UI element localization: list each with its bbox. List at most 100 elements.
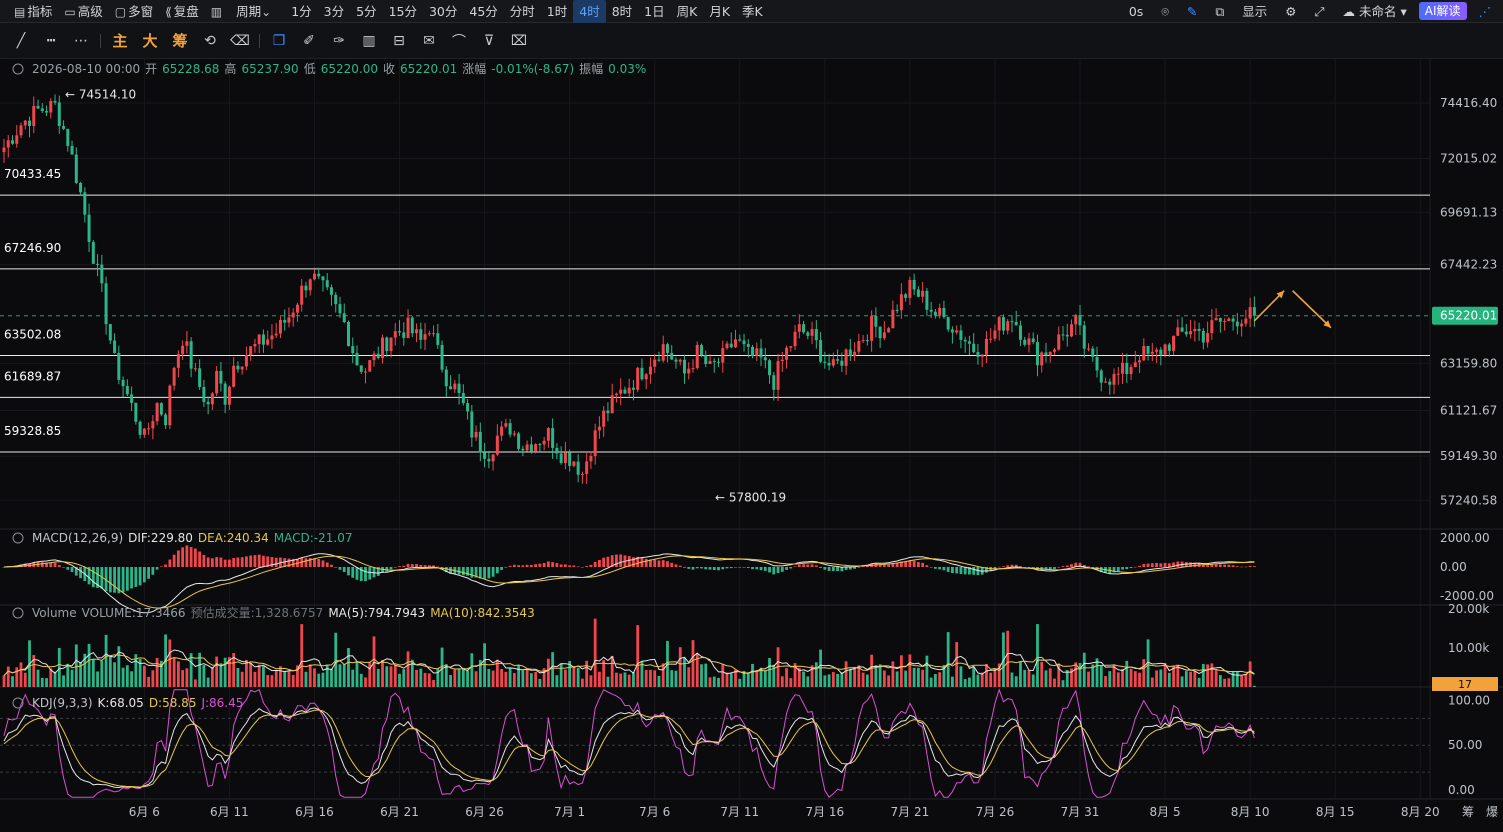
candle-body bbox=[546, 428, 550, 441]
kline-chart[interactable]: 70433.45 67246.90 63502.08 61689.87 59328.85… bbox=[0, 59, 1503, 832]
period-tab-11[interactable]: 周K bbox=[671, 0, 704, 23]
macd-histogram-bar bbox=[168, 559, 172, 567]
macd-histogram-bar bbox=[717, 567, 720, 571]
candle-body bbox=[36, 105, 40, 109]
volume-bar bbox=[691, 640, 695, 687]
volume-bar bbox=[466, 670, 469, 687]
volume-bar bbox=[376, 668, 380, 687]
period-tab-4[interactable]: 30分 bbox=[423, 0, 463, 23]
macd-histogram-bar bbox=[589, 564, 593, 567]
volume-bar bbox=[1252, 685, 1256, 687]
line-tool-icon[interactable]: ╱ bbox=[8, 28, 34, 54]
candle-body bbox=[576, 461, 580, 475]
period-tab-13[interactable]: 季K bbox=[736, 0, 769, 23]
macd-legend-macd: MACD:-21.07 bbox=[274, 531, 353, 545]
period-tab-5[interactable]: 45分 bbox=[463, 0, 503, 23]
volume-bar bbox=[1210, 663, 1214, 687]
topbar-item-1[interactable]: ▭ 高级 bbox=[58, 0, 108, 23]
brush-icon[interactable]: ✑ bbox=[326, 28, 352, 54]
more-tools-icon[interactable]: ⋯ bbox=[68, 28, 94, 54]
magnet-icon[interactable]: ⌒ bbox=[446, 28, 472, 54]
candle-body bbox=[236, 365, 240, 370]
price-tick-label: 67442.23 bbox=[1440, 257, 1497, 271]
filter-icon[interactable]: ⊽ bbox=[476, 28, 502, 54]
volume-bar bbox=[15, 667, 19, 687]
sync-icon[interactable]: ⟲ bbox=[197, 28, 223, 54]
lock-icon[interactable]: ⊟ bbox=[386, 28, 412, 54]
volume-bar bbox=[470, 653, 474, 687]
volume-bar bbox=[1163, 663, 1167, 687]
topbar-item-0[interactable]: ▤ 指标 bbox=[8, 0, 58, 23]
popout-icon[interactable]: ⧉ bbox=[1209, 0, 1230, 23]
ai-interpret-button[interactable]: AI解读 bbox=[1418, 2, 1467, 20]
chip-button[interactable]: 筹 bbox=[167, 28, 193, 54]
candle-icon[interactable]: ▥ bbox=[356, 28, 382, 54]
period-tab-6[interactable]: 分时 bbox=[504, 0, 541, 23]
volume-legend-name: Volume bbox=[32, 606, 77, 620]
axis-right-button: 筹 bbox=[1462, 805, 1474, 819]
volume-bar bbox=[1014, 676, 1018, 687]
macd-histogram-bar bbox=[606, 556, 610, 567]
period-tab-0[interactable]: 1分 bbox=[285, 0, 317, 23]
kdj-legend-k: K:68.05 bbox=[98, 696, 144, 710]
volume-bar bbox=[330, 668, 333, 687]
layout-menu[interactable]: ☁ 未命名 ▾ bbox=[1337, 0, 1413, 23]
macd-histogram-bar bbox=[542, 562, 546, 567]
macd-histogram-bar bbox=[997, 566, 1001, 568]
volume-bar bbox=[534, 671, 538, 687]
settings-icon[interactable]: ⚙ bbox=[1279, 0, 1302, 23]
candle-body bbox=[1006, 321, 1010, 331]
topbar-item-3[interactable]: ⟪ 复盘 bbox=[159, 0, 205, 23]
candle-body bbox=[882, 332, 886, 339]
fullscreen-icon[interactable]: ⤢ bbox=[1308, 0, 1330, 23]
period-tab-3[interactable]: 15分 bbox=[383, 0, 423, 23]
candle-body bbox=[1018, 325, 1022, 340]
volume-bar bbox=[1040, 661, 1044, 687]
candle-body bbox=[1214, 318, 1218, 321]
candle-body bbox=[1091, 348, 1095, 357]
ray-tool-icon[interactable]: ┅ bbox=[38, 28, 64, 54]
volume-bar bbox=[457, 669, 461, 687]
candle-body bbox=[823, 361, 827, 363]
period-tab-2[interactable]: 5分 bbox=[350, 0, 382, 23]
topbar-item-2[interactable]: ▢ 多窗 bbox=[109, 0, 159, 23]
period-tab-7[interactable]: 1时 bbox=[541, 0, 573, 23]
volume-bar bbox=[1061, 680, 1065, 687]
macd-histogram-bar bbox=[938, 567, 942, 570]
candle-body bbox=[185, 341, 189, 346]
macd-histogram-bar bbox=[581, 566, 584, 568]
macd-histogram-bar bbox=[1155, 562, 1158, 567]
big-order-button[interactable]: 大 bbox=[137, 28, 163, 54]
period-tab-9[interactable]: 8时 bbox=[606, 0, 638, 23]
candle-body bbox=[500, 426, 504, 436]
candle-body bbox=[721, 348, 725, 363]
macd-histogram-bar bbox=[802, 564, 805, 567]
main-force-button[interactable]: 主 bbox=[107, 28, 133, 54]
volume-bar bbox=[389, 666, 393, 687]
camera-icon[interactable]: ⌾ bbox=[1155, 0, 1175, 23]
candle-body bbox=[695, 344, 699, 369]
topbar-item-4[interactable]: ▥ bbox=[205, 0, 230, 23]
display-menu[interactable]: 显示 bbox=[1236, 0, 1273, 23]
candle-body bbox=[1155, 349, 1159, 352]
pencil-icon[interactable]: ✐ bbox=[296, 28, 322, 54]
pen-icon[interactable]: ✎ bbox=[1181, 0, 1203, 23]
period-tab-12[interactable]: 月K bbox=[703, 0, 736, 23]
eraser-icon[interactable]: ⌫ bbox=[227, 28, 253, 54]
legend-high: 65237.90 bbox=[241, 62, 298, 76]
trash-icon[interactable]: ⌧ bbox=[506, 28, 532, 54]
copy-icon[interactable]: ❐ bbox=[266, 28, 292, 54]
candle-body bbox=[665, 344, 669, 353]
macd-histogram-bar bbox=[534, 564, 538, 567]
volume-bar bbox=[946, 632, 950, 687]
candle-body bbox=[249, 346, 253, 356]
topbar-item-5[interactable]: 周期⌄ bbox=[230, 0, 279, 23]
macd-histogram-bar bbox=[1087, 566, 1090, 567]
candle-body bbox=[1121, 362, 1125, 374]
candle-body bbox=[329, 287, 333, 295]
period-tab-8[interactable]: 4时 bbox=[573, 0, 606, 23]
period-tab-1[interactable]: 3分 bbox=[318, 0, 350, 23]
note-icon[interactable]: ✉ bbox=[416, 28, 442, 54]
period-tab-10[interactable]: 1日 bbox=[638, 0, 670, 23]
share-icon[interactable]: ⋰ bbox=[1473, 0, 1498, 23]
